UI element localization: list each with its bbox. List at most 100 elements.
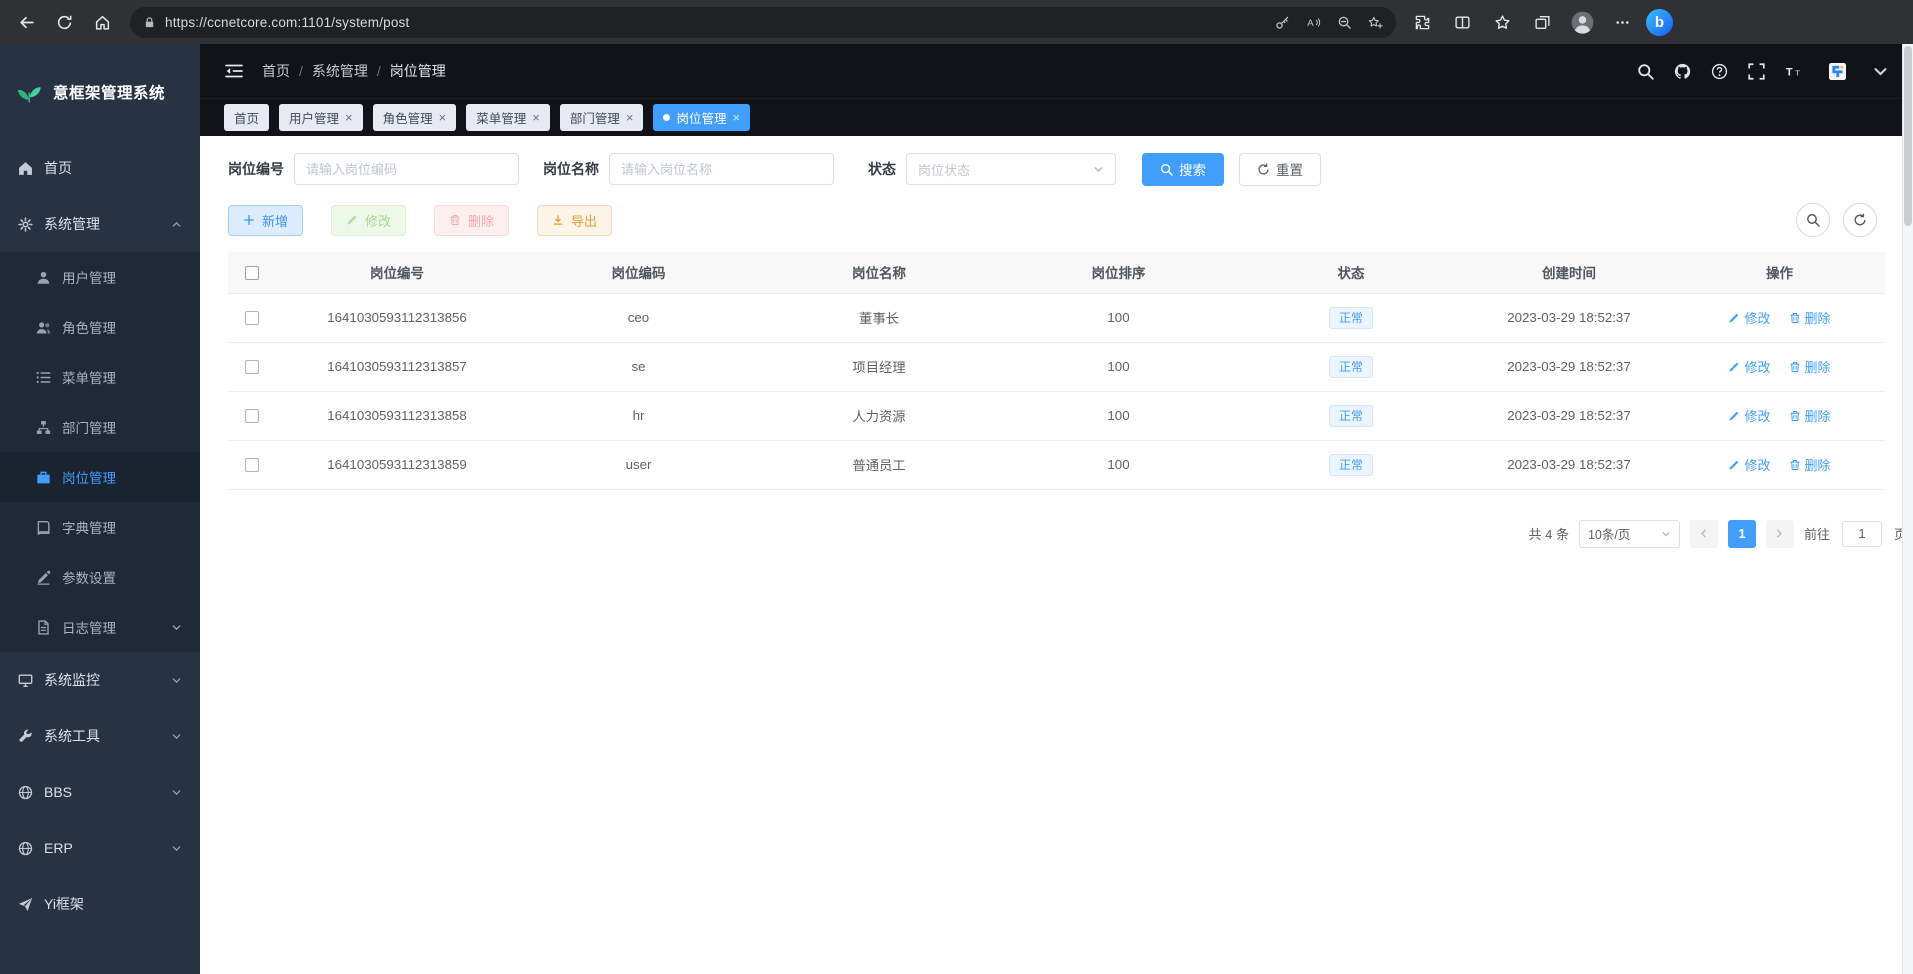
browser-menu-button[interactable] [1606,6,1639,39]
sidebar-item-home[interactable]: 首页 [0,140,200,196]
user-avatar[interactable] [1822,56,1852,86]
read-aloud-icon[interactable]: A [1306,15,1321,30]
prev-page-button[interactable] [1690,520,1718,548]
toggle-search-button[interactable] [1796,203,1830,237]
gear-icon [18,217,33,232]
sidebar-item-label: 参数设置 [62,567,116,587]
close-icon[interactable]: × [439,110,447,125]
row-edit-link[interactable]: 修改 [1728,308,1770,327]
sidebar-item-system-management[interactable]: 系统管理 [0,196,200,252]
split-screen-icon [1454,14,1471,31]
favorites-button[interactable] [1486,6,1519,39]
page-scrollbar[interactable] [1902,44,1913,974]
breadcrumb-system[interactable]: 系统管理 [312,61,368,81]
export-button[interactable]: 导出 [537,205,612,236]
column-header: 岗位名称 [759,252,999,293]
address-bar[interactable]: https://ccnetcore.com:1101/system/post A [130,7,1396,38]
row-delete-link[interactable]: 删除 [1789,455,1831,474]
post-code-label: 岗位编号 [228,159,284,179]
chevron-down-icon [171,731,182,742]
search-button[interactable]: 搜索 [1142,153,1224,186]
tab-dept-management[interactable]: 部门管理× [560,104,644,131]
password-key-icon[interactable] [1275,15,1290,30]
row-delete-link[interactable]: 删除 [1789,357,1831,376]
tab-user-management[interactable]: 用户管理× [279,104,363,131]
sidebar-item-param-settings[interactable]: 参数设置 [0,552,200,602]
select-all-checkbox[interactable] [245,266,259,280]
column-header: 岗位排序 [999,252,1238,293]
delete-button[interactable]: 删除 [434,205,509,236]
sidebar-item-dict-management[interactable]: 字典管理 [0,502,200,552]
sidebar-item-label: 用户管理 [62,267,116,287]
post-code-cell: user [518,440,759,489]
back-button[interactable] [8,4,44,40]
sidebar-item-label: 字典管理 [62,517,116,537]
tab-role-management[interactable]: 角色管理× [373,104,457,131]
search-icon[interactable] [1637,63,1654,80]
fullscreen-icon[interactable] [1748,63,1765,80]
zoom-out-icon[interactable] [1337,15,1352,30]
close-icon[interactable]: × [345,110,353,125]
post-code-input[interactable] [294,153,519,185]
row-checkbox[interactable] [245,360,259,374]
reset-button[interactable]: 重置 [1239,153,1321,186]
sidebar-item-role-management[interactable]: 角色管理 [0,302,200,352]
add-favorite-icon[interactable] [1368,15,1383,30]
current-page-button[interactable]: 1 [1728,520,1756,548]
refresh-table-button[interactable] [1843,203,1877,237]
post-name-input[interactable] [609,153,834,185]
collapse-sidebar-icon[interactable] [224,63,244,79]
sidebar-item-system-monitor[interactable]: 系统监控 [0,652,200,708]
scrollbar-thumb[interactable] [1904,46,1912,226]
tab-post-management[interactable]: 岗位管理× [653,104,750,131]
actions-cell: 修改删除 [1674,440,1885,489]
edit-icon [1728,459,1740,471]
sidebar-item-bbs[interactable]: BBS [0,764,200,820]
sidebar-item-dept-management[interactable]: 部门管理 [0,402,200,452]
sidebar-item-menu-management[interactable]: 菜单管理 [0,352,200,402]
status-badge: 正常 [1329,307,1373,329]
created-time-cell: 2023-03-29 18:52:37 [1464,391,1674,440]
extensions-button[interactable] [1406,6,1439,39]
chevron-down-icon [1093,164,1104,175]
row-edit-link[interactable]: 修改 [1728,406,1770,425]
edit-button[interactable]: 修改 [331,205,406,236]
close-icon[interactable]: × [532,110,540,125]
sidebar-item-log-management[interactable]: 日志管理 [0,602,200,652]
browser-profile-button[interactable] [1566,6,1599,39]
sidebar-item-system-tools[interactable]: 系统工具 [0,708,200,764]
avatar-dropdown-icon[interactable] [1872,63,1889,80]
sidebar-item-yi-framework[interactable]: Yi框架 [0,876,200,932]
font-size-icon[interactable]: TT [1785,63,1802,80]
breadcrumb-home[interactable]: 首页 [262,61,290,81]
row-checkbox[interactable] [245,409,259,423]
tab-home[interactable]: 首页 [224,104,269,131]
sidebar-item-erp[interactable]: ERP [0,820,200,876]
refresh-button[interactable] [46,4,82,40]
close-icon[interactable]: × [732,110,740,125]
post-id-cell: 1641030593112313857 [276,342,518,391]
row-delete-link[interactable]: 删除 [1789,406,1831,425]
add-button[interactable]: 新增 [228,205,303,236]
goto-page-input[interactable] [1842,521,1882,547]
row-delete-link[interactable]: 删除 [1789,308,1831,327]
status-select[interactable]: 岗位状态 [906,153,1116,185]
tab-menu-management[interactable]: 菜单管理× [466,104,550,131]
sidebar-item-post-management[interactable]: 岗位管理 [0,452,200,502]
github-icon[interactable] [1674,63,1691,80]
row-edit-link[interactable]: 修改 [1728,455,1770,474]
user-icon [36,270,51,285]
page-size-select[interactable]: 10条/页 [1579,520,1680,548]
close-icon[interactable]: × [626,110,634,125]
row-checkbox[interactable] [245,311,259,325]
sidebar-item-user-management[interactable]: 用户管理 [0,252,200,302]
home-button[interactable] [84,4,120,40]
row-edit-link[interactable]: 修改 [1728,357,1770,376]
collections-button[interactable] [1526,6,1559,39]
split-screen-button[interactable] [1446,6,1479,39]
sidebar: 意框架管理系统 首页系统管理用户管理角色管理菜单管理部门管理岗位管理字典管理参数… [0,44,200,974]
next-page-button[interactable] [1766,520,1794,548]
copilot-button[interactable]: b [1646,9,1673,36]
help-icon[interactable] [1711,63,1728,80]
row-checkbox[interactable] [245,458,259,472]
